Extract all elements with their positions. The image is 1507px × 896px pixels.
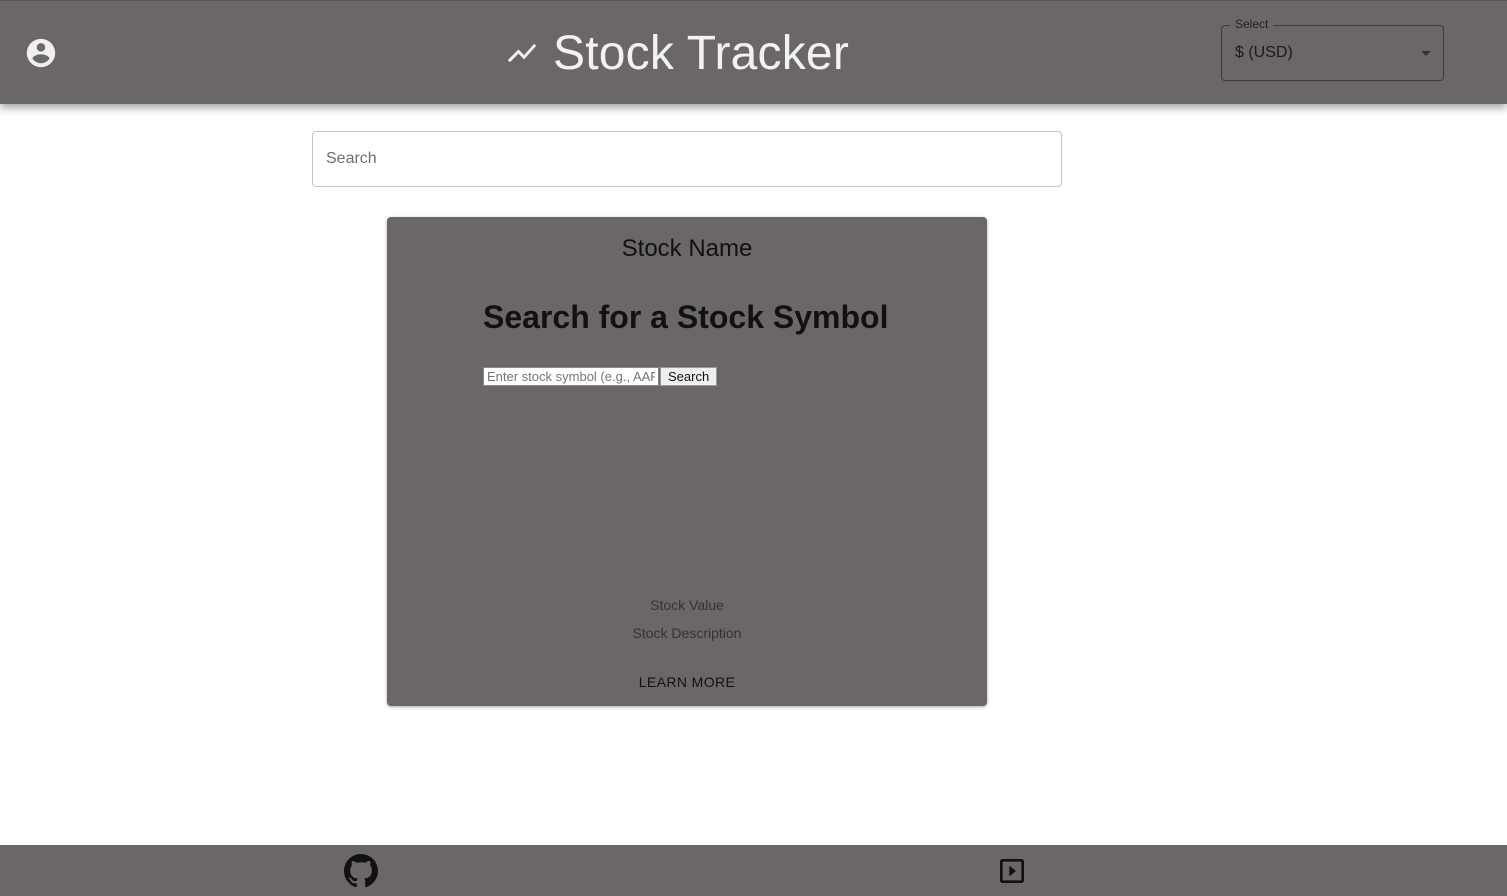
stock-value: Stock Value	[650, 597, 724, 613]
symbol-search-button[interactable]: Search	[660, 367, 718, 386]
slideshow-icon[interactable]	[996, 855, 1028, 887]
app-title: Stock Tracker	[553, 26, 850, 80]
arrow-drop-down-icon	[1421, 51, 1431, 56]
stock-name-title: Stock Name	[621, 235, 753, 262]
symbol-search-form: Search	[483, 367, 718, 386]
learn-more-button[interactable]: LEARN MORE	[627, 667, 747, 697]
search-heading: Search for a Stock Symbol	[483, 299, 889, 335]
app-footer	[0, 845, 1507, 896]
currency-select-value: $ (USD)	[1235, 44, 1293, 61]
stock-description: Stock Description	[632, 625, 742, 641]
github-icon[interactable]	[344, 854, 380, 888]
currency-select-label: Select	[1230, 17, 1274, 31]
search-input[interactable]	[312, 131, 1062, 187]
app-title-group: Stock Tracker	[505, 23, 849, 83]
currency-select[interactable]: Select $ (USD)	[1221, 17, 1444, 81]
trending-up-icon	[505, 36, 539, 70]
account-icon[interactable]	[24, 36, 58, 70]
stock-symbol-input[interactable]	[483, 367, 659, 386]
app-header: Stock Tracker Select $ (USD)	[0, 0, 1507, 104]
stock-card: Stock Name Search for a Stock Symbol Sea…	[387, 217, 987, 706]
